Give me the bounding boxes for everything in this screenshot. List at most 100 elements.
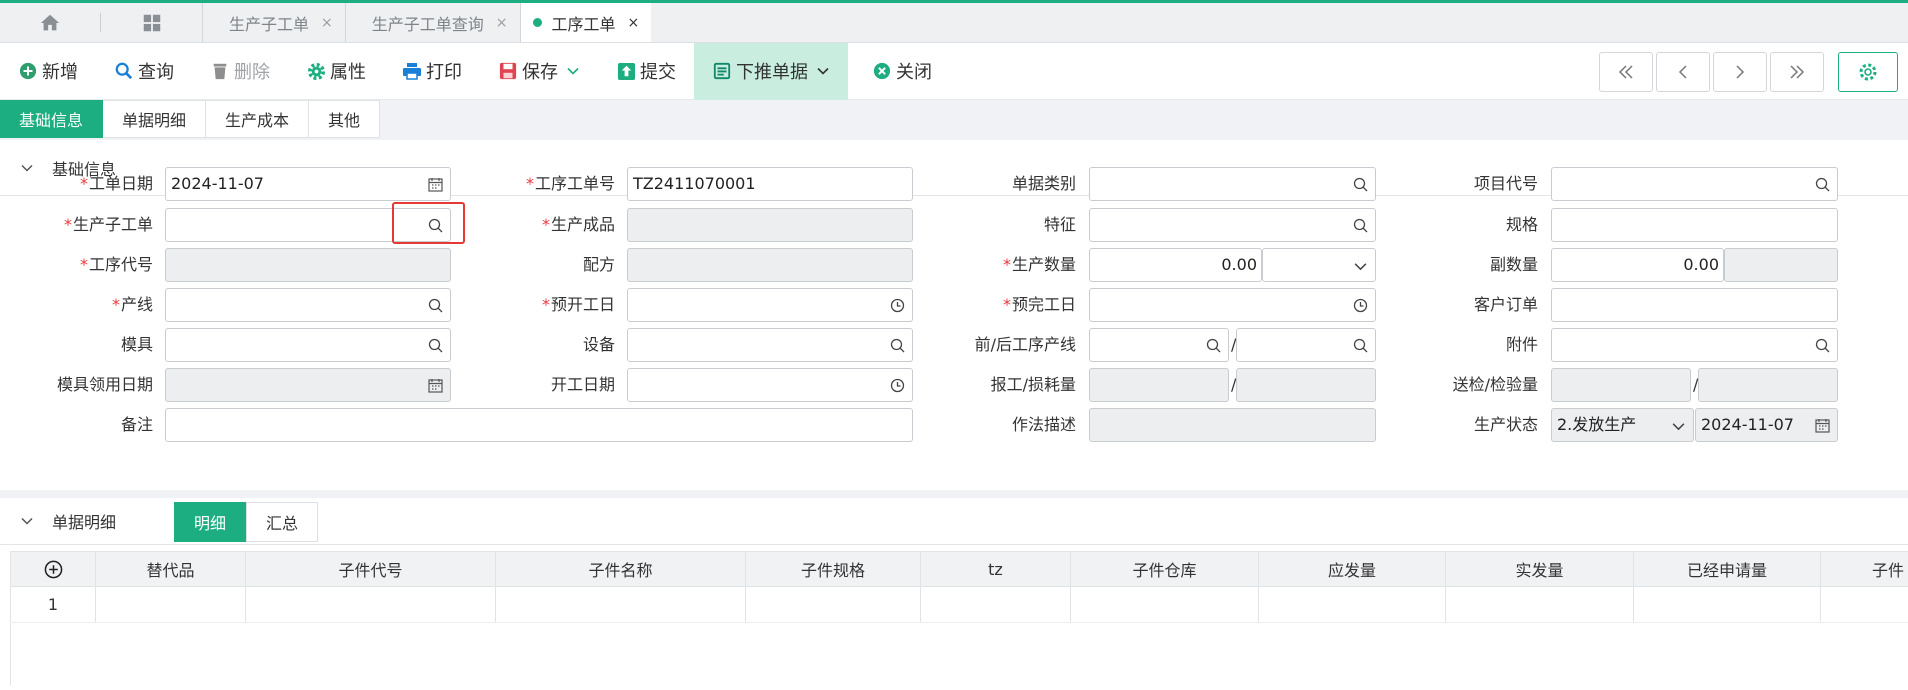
attachment-field[interactable] [1551,328,1838,362]
search-icon[interactable] [428,298,443,313]
save-button[interactable]: 保存 [480,43,598,100]
project-code-field[interactable] [1551,167,1838,201]
customer-order-field[interactable] [1551,288,1838,322]
next-record-button[interactable] [1713,52,1767,92]
tab-label: 生产子工单 [229,14,310,34]
clock-icon[interactable] [1353,298,1368,313]
formula-label: 配方 [582,255,615,274]
column-header[interactable]: 实发量 [1446,552,1634,586]
detail-header[interactable]: 单据明细 明细 汇总 [0,498,1908,545]
column-header[interactable]: 已经申请量 [1634,552,1821,586]
unit-select[interactable] [1262,248,1376,282]
column-header[interactable]: 子件 [1821,552,1908,586]
tab-production-cost[interactable]: 生产成本 [206,100,310,138]
plan-start-field[interactable] [627,288,913,322]
table-cell[interactable] [1446,587,1634,622]
quantity-field[interactable]: 0.00 [1089,248,1262,282]
search-icon[interactable] [1815,338,1830,353]
calendar-icon [1815,419,1830,433]
search-icon[interactable] [1353,218,1368,233]
remark-label: 备注 [120,415,153,434]
search-icon[interactable] [890,338,905,353]
table-cell[interactable] [1259,587,1446,622]
print-button[interactable]: 打印 [384,43,480,100]
table-cell[interactable] [1071,587,1259,622]
tab-sub-work-order[interactable]: 生产子工单 × [202,3,345,42]
sub-quantity-field[interactable]: 0.00 [1551,248,1724,282]
start-date-field[interactable] [627,368,913,402]
tab-sub-work-order-query[interactable]: 生产子工单查询 × [344,3,520,42]
table-cell[interactable] [1821,587,1908,622]
next-line-field[interactable] [1236,328,1376,362]
push-document-button[interactable]: 下推单据 [694,42,848,100]
clock-icon[interactable] [890,378,905,393]
tab-other[interactable]: 其他 [309,100,381,138]
column-header[interactable]: 子件仓库 [1071,552,1259,586]
close-button[interactable]: 关闭 [848,43,950,100]
search-icon[interactable] [1206,338,1221,353]
add-row-button[interactable] [10,552,96,586]
column-header[interactable]: tz [921,552,1071,586]
delete-button[interactable]: 删除 [192,43,288,100]
status-select[interactable]: 2.发放生产 [1551,408,1694,442]
table-row[interactable]: 1 [10,587,1908,623]
prev-record-button[interactable] [1656,52,1710,92]
chevron-down-icon[interactable] [566,64,580,78]
line-label: *产线 [111,295,153,314]
mold-field[interactable] [165,328,451,362]
tab-basic-info[interactable]: 基础信息 [0,100,104,138]
properties-button[interactable]: 属性 [288,43,384,100]
column-header[interactable]: 子件规格 [746,552,921,586]
close-icon[interactable]: × [496,15,508,31]
table-cell[interactable] [1634,587,1821,622]
line-field[interactable] [165,288,451,322]
column-header[interactable]: 替代品 [96,552,246,586]
table-cell[interactable] [96,587,246,622]
work-date-field[interactable]: 2024-11-07 [165,167,451,201]
form-row-4: *产线 *预开工日 *预完工日 客户订单 [0,288,1908,322]
column-header[interactable]: 子件名称 [496,552,746,586]
last-record-button[interactable] [1770,52,1824,92]
chevron-down-icon[interactable] [816,64,830,78]
close-icon[interactable]: × [321,15,333,31]
search-icon[interactable] [428,338,443,353]
save-label: 保存 [522,62,558,83]
equipment-field[interactable] [627,328,913,362]
column-header[interactable]: 应发量 [1259,552,1446,586]
tab-document-detail[interactable]: 单据明细 [103,100,207,138]
table-cell[interactable] [246,587,496,622]
search-icon[interactable] [1815,177,1830,192]
first-record-button[interactable] [1599,52,1653,92]
prev-line-field[interactable] [1089,328,1229,362]
tab-process-work-order[interactable]: 工序工单 × [519,3,652,42]
status-date-field[interactable]: 2024-11-07 [1695,408,1838,442]
settings-button[interactable] [1838,52,1898,92]
gear-icon [306,61,326,81]
column-header[interactable]: 子件代号 [246,552,496,586]
spec-field[interactable] [1551,208,1838,242]
clock-icon[interactable] [890,298,905,313]
summary-tab[interactable]: 汇总 [246,502,319,542]
detail-tab[interactable]: 明细 [174,502,247,542]
form-row-7: 备注 作法描述 生产状态 2.发放生产 2024-11-07 [0,408,1908,442]
table-cell[interactable] [746,587,921,622]
submit-button[interactable]: 提交 [598,43,694,100]
add-button[interactable]: 新增 [0,43,96,100]
table-cell[interactable] [921,587,1071,622]
query-button[interactable]: 查询 [96,43,192,100]
floppy-icon [498,61,518,81]
doc-type-field[interactable] [1089,167,1376,201]
printer-icon [402,61,422,81]
home-icon[interactable] [0,3,100,42]
plan-end-field[interactable] [1089,288,1376,322]
search-icon[interactable] [1353,177,1368,192]
process-order-no-field[interactable]: TZ2411070001 [627,167,913,201]
feature-field[interactable] [1089,208,1376,242]
tab-label: 工序工单 [551,14,616,34]
table-cell[interactable] [496,587,746,622]
search-icon[interactable] [1353,338,1368,353]
close-icon[interactable]: × [628,15,640,31]
remark-field[interactable] [165,408,913,442]
apps-grid-icon[interactable] [100,13,202,32]
form-row-3: *工序代号 配方 *生产数量 0.00 副数量 0.00 [0,248,1908,282]
